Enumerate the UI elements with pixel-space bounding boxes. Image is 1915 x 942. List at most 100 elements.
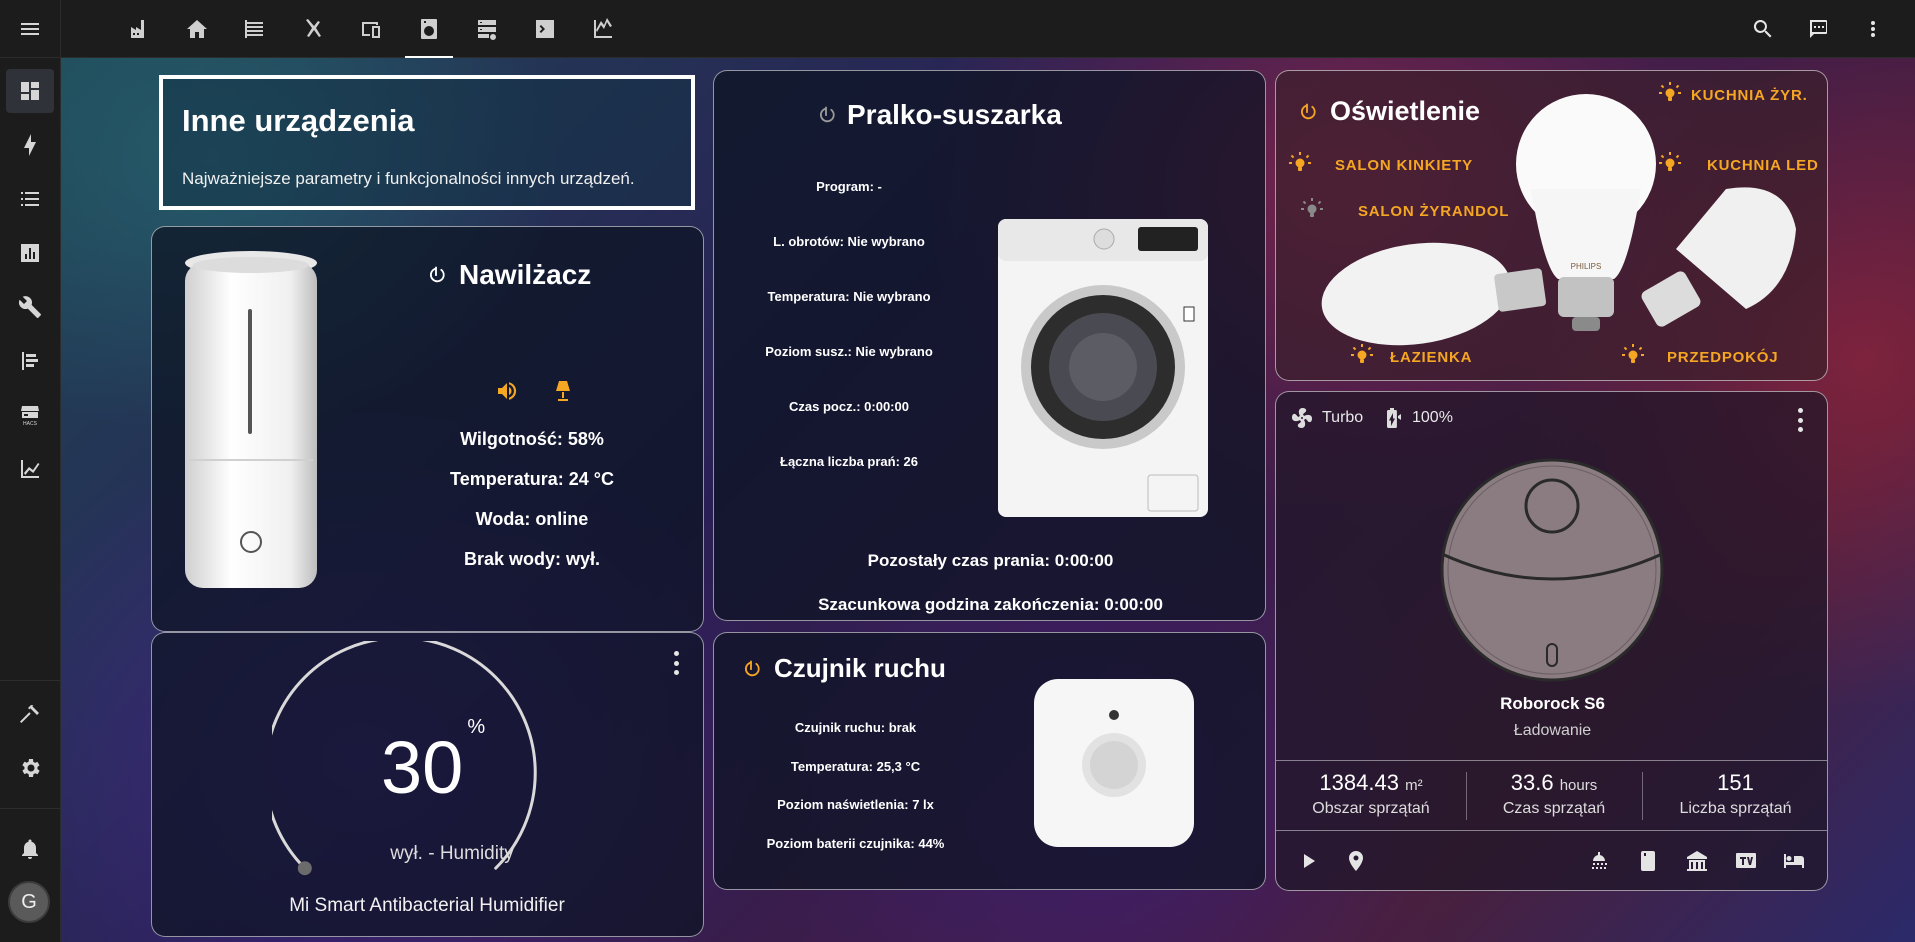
fan-mode-label: Turbo (1322, 409, 1364, 426)
sidebar: HACS G (0, 0, 61, 942)
statistics-icon (21, 460, 40, 478)
sidebar-item-notifications[interactable] (6, 827, 54, 871)
power-icon[interactable] (425, 264, 447, 286)
chart-icon (594, 18, 612, 38)
motion-sensor-image (1034, 679, 1194, 847)
light-label-salon-zyrandol[interactable]: SALON ŻYRANDOL (1358, 203, 1509, 220)
humidifier-title: Nawilżacz (459, 259, 592, 290)
sidebar-item-todo[interactable] (6, 339, 54, 383)
play-icon (1304, 854, 1315, 868)
battery-charging-icon (1387, 408, 1401, 428)
terminal-icon (536, 20, 554, 38)
dashboard-icon (21, 82, 39, 100)
vacuum-card[interactable]: Turbo 100% Roborock S6 Ładowanie 1384.43… (1275, 391, 1828, 891)
sidebar-item-hacs[interactable]: HACS (6, 393, 54, 437)
humidifier-card[interactable]: Nawilżacz Wilgotność: 58% Temperatura: 2… (151, 226, 704, 632)
sidebar-item-history[interactable] (6, 231, 54, 275)
room-bedroom-button[interactable] (1780, 847, 1808, 875)
sidebar-item-developer-tools[interactable] (6, 692, 54, 736)
light-label-przedpokoj[interactable]: PRZEDPOKÓJ (1667, 349, 1778, 366)
section-subtitle: Najważniejsze parametry i funkcjonalnośc… (182, 169, 635, 188)
washer-remaining: Pozostały czas prania: 0:00:00 (867, 551, 1114, 570)
motion-temperature: Temperatura: 25,3 °C (790, 758, 921, 774)
power-icon[interactable] (740, 658, 762, 680)
sidebar-item-overview[interactable] (6, 69, 54, 113)
locate-button[interactable] (1342, 847, 1370, 875)
start-button[interactable] (1294, 847, 1322, 875)
temperature-value: Temperatura: 24 °C (450, 469, 614, 489)
robot-vacuum-image[interactable] (1436, 454, 1668, 686)
light-label-lazienka[interactable]: ŁAZIENKA (1390, 349, 1472, 366)
divider (1276, 760, 1827, 761)
tab-factory[interactable] (111, 0, 167, 58)
bell-icon (22, 839, 38, 859)
header-card: Inne urządzenia Najważniejsze parametry … (159, 75, 695, 210)
gauge-name: Mi Smart Antibacterial Humidifier (289, 895, 565, 916)
lightbulb-icon[interactable] (1288, 151, 1312, 175)
power-icon[interactable] (815, 104, 837, 126)
factory-icon (131, 20, 144, 38)
sidebar-item-statistics[interactable] (6, 447, 54, 491)
tab-terminal[interactable] (517, 0, 573, 58)
tab-home[interactable] (169, 0, 225, 58)
bed-icon (1784, 854, 1804, 868)
washer-spin: L. obrotów: Nie wybrano (773, 234, 925, 249)
lightbulb-icon[interactable] (1658, 81, 1682, 105)
assist-button[interactable] (1793, 0, 1843, 58)
lighting-card[interactable]: Oświetlenie PHILIPS KUCHNIA ŻYR. SALON K… (1275, 70, 1828, 381)
hammer-icon (20, 705, 39, 723)
washer-estimated-end: Szacunkowa godzina zakończenia: 0:00:00 (818, 595, 1163, 614)
light-label-kuchnia-zyr[interactable]: KUCHNIA ŻYR. (1691, 87, 1808, 104)
layers-icon (245, 20, 263, 38)
bulb-brand: PHILIPS (1571, 262, 1602, 271)
user-avatar[interactable]: G (8, 881, 50, 923)
room-hall-button[interactable] (1683, 847, 1711, 875)
more-button[interactable] (1848, 0, 1898, 58)
lightbulb-off-icon[interactable] (1300, 197, 1324, 221)
locate-icon (1349, 851, 1363, 871)
light-label-kuchnia-led[interactable]: KUCHNIA LED (1707, 157, 1819, 174)
motion-card[interactable]: Czujnik ruchu Czujnik ruchu: brak Temper… (713, 632, 1266, 890)
room-bathroom-button[interactable] (1585, 847, 1613, 875)
tab-layers[interactable] (227, 0, 283, 58)
tab-devices[interactable] (343, 0, 399, 58)
top-bar (61, 0, 1915, 58)
search-button[interactable] (1738, 0, 1788, 58)
menu-button[interactable] (0, 0, 60, 58)
room-tv-button[interactable] (1732, 847, 1760, 875)
user-initial: G (21, 890, 37, 913)
sidebar-item-energy[interactable] (6, 123, 54, 167)
gauge-state: wył. - Humidity (390, 843, 514, 864)
humidifier-controls (495, 379, 575, 403)
sidebar-item-logbook[interactable] (6, 177, 54, 221)
todo-icon (22, 352, 38, 370)
lamp-icon[interactable] (551, 379, 575, 403)
stat-cleaning-count: 151 Liczba sprzątań (1679, 770, 1792, 817)
tab-server[interactable] (459, 0, 515, 58)
washer-card[interactable]: Pralko-suszarka Program: - L. obrotów: N… (713, 70, 1266, 621)
tab-chart[interactable] (575, 0, 631, 58)
more-vert-icon[interactable] (673, 651, 679, 675)
hacs-icon: HACS (21, 406, 39, 427)
vacuum-fan-mode[interactable]: Turbo (1290, 406, 1363, 430)
sidebar-item-settings[interactable] (6, 746, 54, 790)
washer-attributes: Program: - L. obrotów: Nie wybrano Tempe… (714, 159, 984, 489)
more-vert-icon[interactable] (1797, 408, 1803, 432)
light-label-salon-kinkiety[interactable]: SALON KINKIETY (1335, 157, 1473, 174)
room-kitchen-button[interactable] (1634, 847, 1662, 875)
humidity-gauge-card[interactable]: 30% wył. - Humidity Mi Smart Antibacteri… (151, 632, 704, 937)
tab-vacuum[interactable] (285, 0, 341, 58)
humidifier-header: Nawilżacz (425, 259, 591, 291)
logbook-icon (21, 192, 39, 206)
sidebar-divider (0, 808, 61, 809)
tab-washing-machine[interactable] (401, 0, 457, 58)
lightbulb-icon[interactable] (1350, 343, 1374, 367)
speaker-icon[interactable] (495, 379, 519, 403)
motion-illuminance: Poziom naświetlenia: 7 lx (777, 797, 934, 812)
tv-icon (1736, 853, 1756, 868)
assist-icon (1809, 20, 1827, 38)
fan-icon (1292, 408, 1312, 428)
sidebar-item-tools[interactable] (6, 285, 54, 329)
lightbulb-icon[interactable] (1621, 343, 1645, 367)
lightbulb-icon[interactable] (1658, 151, 1682, 175)
